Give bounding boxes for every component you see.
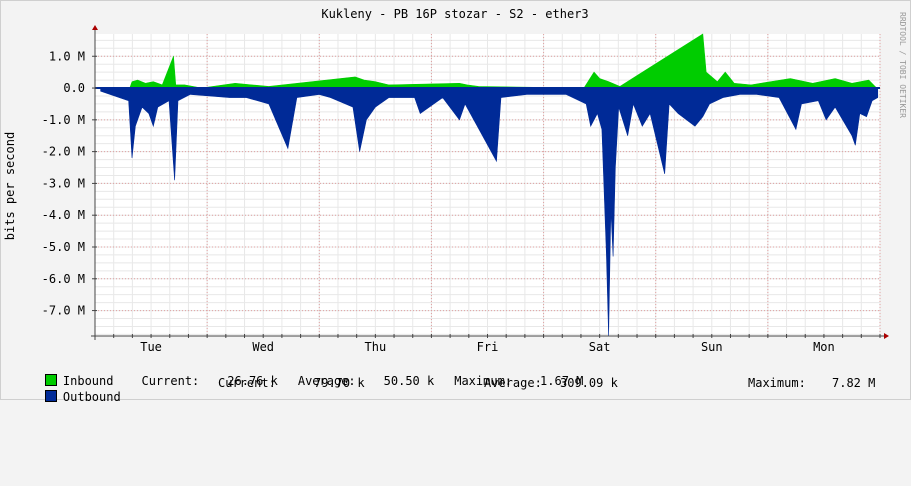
outbound-average-value: 309.09 k — [560, 376, 618, 390]
y-tick-label: -5.0 M — [42, 240, 85, 254]
x-axis-arrow — [884, 333, 889, 339]
outbound-maximum-label: Maximum: — [748, 376, 806, 390]
x-tick-label: Sun — [701, 340, 723, 354]
grid — [94, 34, 881, 336]
outbound-swatch — [44, 390, 57, 402]
rrdtool-watermark: RRDTOOL / TOBI OETIKER — [898, 12, 907, 118]
outbound-current-value: 79.70 k — [314, 376, 365, 390]
outbound-average-label: Average: — [484, 376, 542, 390]
y-tick-label: -4.0 M — [42, 208, 85, 222]
y-tick-label: 0.0 — [63, 81, 85, 95]
y-tick-label: -6.0 M — [42, 272, 85, 286]
x-tick-label: Tue — [140, 340, 162, 354]
y-tick-label: -2.0 M — [42, 145, 85, 159]
x-tick-label: Fri — [477, 340, 499, 354]
legend: Inbound Current: 26.76 k Average: 50.50 k Max… — [16, 360, 906, 404]
inbound-current-label: Current: — [141, 374, 200, 388]
y-axis-label: bits per second — [3, 132, 17, 240]
chart-title: Kukleny - PB 16P stozar - S2 - ether3 — [321, 7, 588, 21]
y-tick-label: -7.0 M — [42, 304, 85, 318]
y-tick-label: -1.0 M — [42, 113, 85, 127]
traffic-chart: 1.0 M 0.0 -1.0 M -2.0 M -3.0 M -4.0 M -5.0 M -6… — [3, 7, 907, 354]
legend-row-outbound: Outbound — [16, 376, 121, 418]
inbound-average-value: 50.50 k — [383, 374, 435, 388]
x-tick-label: Thu — [365, 340, 387, 354]
y-tick-label: -3.0 M — [42, 176, 85, 190]
outbound-current-label: Current: — [218, 376, 276, 390]
x-tick-label: Wed — [252, 340, 274, 354]
x-tick-label: Mon — [813, 340, 835, 354]
outbound-label: Outbound — [62, 390, 121, 404]
y-tick-label: 1.0 M — [49, 49, 85, 63]
x-tick-label: Sat — [589, 340, 611, 354]
y-axis-arrow — [92, 25, 98, 30]
outbound-maximum-value: 7.82 M — [832, 376, 876, 390]
